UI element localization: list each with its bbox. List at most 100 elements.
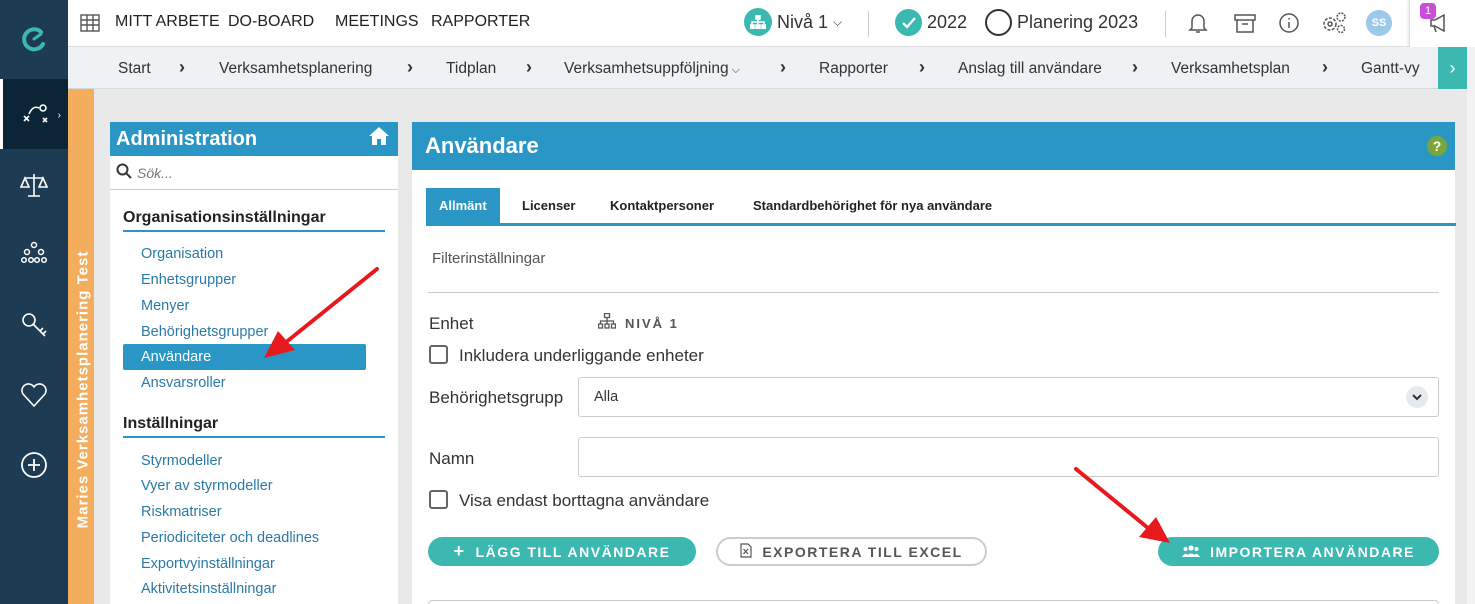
admin-item-vyer[interactable]: Vyer av styrmodeller <box>141 478 273 494</box>
include-sub-label: Inkludera underliggande enheter <box>459 346 704 365</box>
admin-item-riskmatriser[interactable]: Riskmatriser <box>141 504 222 520</box>
unit-value: NIVÅ 1 <box>625 316 679 331</box>
chevron-right-icon: › <box>57 110 61 121</box>
chevron-right-icon: › <box>919 57 925 77</box>
group-select[interactable]: Alla <box>578 377 1439 417</box>
org-chart-icon <box>744 8 772 36</box>
nav-do-board[interactable]: DO-BOARD <box>228 13 314 31</box>
deleted-only-label: Visa endast borttagna användare <box>459 491 710 510</box>
breadcrumb-verksamhetsuppfoljning[interactable]: Verksamhetsuppföljning ⌵ <box>564 60 740 78</box>
admin-item-anvandare[interactable]: Användare <box>123 344 366 370</box>
admin-item-organisation[interactable]: Organisation <box>141 246 223 262</box>
avatar[interactable]: SS <box>1366 10 1392 36</box>
check-circle-icon <box>895 9 922 36</box>
group-select-value: Alla <box>594 389 619 405</box>
import-users-button[interactable]: IMPORTERA ANVÄNDARE <box>1158 537 1439 566</box>
scrollbar[interactable] <box>1467 47 1475 604</box>
breadcrumb-start[interactable]: Start <box>118 60 151 78</box>
notification-badge: 1 <box>1420 3 1436 19</box>
level-selector[interactable]: Nivå 1 ⌵ <box>744 8 842 36</box>
page-title: Användare <box>425 133 539 158</box>
chevron-right-icon: › <box>526 57 532 77</box>
name-label: Namn <box>429 449 475 468</box>
users-panel: Användare ? Allmänt Licenser Kontaktpers… <box>412 122 1456 604</box>
admin-title: Administration <box>116 128 258 150</box>
breadcrumb-anslag[interactable]: Anslag till användare <box>958 60 1102 78</box>
chevron-down-icon: ⌵ <box>728 64 740 76</box>
key-icon[interactable] <box>0 290 68 360</box>
admin-item-periodiciteter[interactable]: Periodiciteter och deadlines <box>141 530 319 546</box>
breadcrumb-label: Verksamhetsuppföljning <box>564 60 729 77</box>
planning-2023-status[interactable]: Planering 2023 <box>985 9 1138 36</box>
admin-panel: Administration Sök... Organisationsinstä… <box>110 122 398 604</box>
chevron-down-icon <box>1406 386 1428 408</box>
admin-item-styrmodeller[interactable]: Styrmodeller <box>141 453 222 469</box>
workspace-name: Maries Verksamhetsplanering Test <box>74 250 92 529</box>
tab-allmant[interactable]: Allmänt <box>426 188 500 223</box>
nav-rapporter[interactable]: RAPPORTER <box>431 13 530 31</box>
admin-search[interactable]: Sök... <box>110 156 398 190</box>
unit-selector[interactable]: NIVÅ 1 <box>597 312 679 334</box>
admin-item-exportvy[interactable]: Exportvyinställningar <box>141 556 275 572</box>
chevron-right-icon: › <box>780 57 786 77</box>
add-user-button[interactable]: + LÄGG TILL ANVÄNDARE <box>428 537 696 566</box>
admin-item-behorighetsgrupper[interactable]: Behörighetsgrupper <box>141 324 268 340</box>
divider <box>868 11 869 37</box>
announcements-button[interactable]: 1 <box>1409 0 1475 47</box>
breadcrumb-scroll-right-button[interactable]: › <box>1438 47 1467 89</box>
breadcrumb-tidplan[interactable]: Tidplan <box>446 60 496 78</box>
results-table-top <box>428 600 1439 604</box>
nav-mitt-arbete[interactable]: MITT ARBETE <box>115 13 220 31</box>
breadcrumb-gantt[interactable]: Gantt-vy <box>1361 60 1420 78</box>
breadcrumb: Start › Verksamhetsplanering › Tidplan ›… <box>68 47 1438 89</box>
search-input[interactable]: Sök... <box>137 165 173 181</box>
export-excel-label: EXPORTERA TILL EXCEL <box>762 543 963 560</box>
grid-icon[interactable] <box>80 13 100 38</box>
add-circle-icon[interactable] <box>0 430 68 500</box>
tab-kontaktpersoner[interactable]: Kontaktpersoner <box>610 188 714 223</box>
tab-licenser[interactable]: Licenser <box>522 188 575 223</box>
info-icon[interactable] <box>1278 12 1300 39</box>
scales-icon[interactable] <box>0 150 68 220</box>
empty-circle-icon <box>985 9 1012 36</box>
admin-item-enhetsgrupper[interactable]: Enhetsgrupper <box>141 272 236 288</box>
breadcrumb-rapporter[interactable]: Rapporter <box>819 60 888 78</box>
users-header: Användare ? <box>412 122 1455 170</box>
settings-gears-icon[interactable] <box>1321 11 1347 40</box>
chevron-right-icon: › <box>1449 57 1456 78</box>
search-icon <box>116 163 132 182</box>
strategy-icon[interactable]: › <box>0 79 68 149</box>
tab-standardbehorighet[interactable]: Standardbehörighet för nya användare <box>753 188 992 223</box>
section-heading-installningar: Inställningar <box>123 415 385 438</box>
planning-label: Planering 2023 <box>1017 12 1139 32</box>
breadcrumb-verksamhetsplanering[interactable]: Verksamhetsplanering <box>219 60 372 78</box>
breadcrumb-verksamhetsplan[interactable]: Verksamhetsplan <box>1171 60 1290 78</box>
export-excel-button[interactable]: EXPORTERA TILL EXCEL <box>716 537 987 566</box>
name-input[interactable] <box>578 437 1439 477</box>
admin-item-menyer[interactable]: Menyer <box>141 298 189 314</box>
help-icon[interactable]: ? <box>1427 136 1447 156</box>
chevron-right-icon: › <box>179 57 185 77</box>
nav-meetings[interactable]: MEETINGS <box>335 13 419 31</box>
level-label: Nivå 1 <box>777 11 829 32</box>
deleted-only-checkbox[interactable] <box>429 490 448 509</box>
people-group-icon[interactable] <box>0 220 68 290</box>
chevron-right-icon: › <box>1322 57 1328 77</box>
include-sub-checkbox[interactable] <box>429 345 448 364</box>
tab-bar: Allmänt Licenser Kontaktpersoner Standar… <box>426 188 1456 226</box>
heart-icon[interactable] <box>0 360 68 430</box>
divider <box>428 292 1439 293</box>
excel-file-icon <box>740 542 752 561</box>
home-icon[interactable] <box>368 126 390 152</box>
section-heading-organisation: Organisationsinställningar <box>123 209 385 232</box>
year-2022-status[interactable]: 2022 <box>895 9 967 36</box>
admin-item-aktivitet[interactable]: Aktivitetsinställningar <box>141 581 276 597</box>
bell-icon[interactable] <box>1188 12 1208 39</box>
add-user-label: LÄGG TILL ANVÄNDARE <box>475 543 671 560</box>
admin-item-ansvarsroller[interactable]: Ansvarsroller <box>141 375 226 391</box>
chevron-right-icon: › <box>407 57 413 77</box>
admin-header: Administration <box>110 122 398 156</box>
app-logo-icon[interactable] <box>0 0 68 78</box>
archive-icon[interactable] <box>1234 12 1256 39</box>
plus-icon: + <box>453 541 466 561</box>
